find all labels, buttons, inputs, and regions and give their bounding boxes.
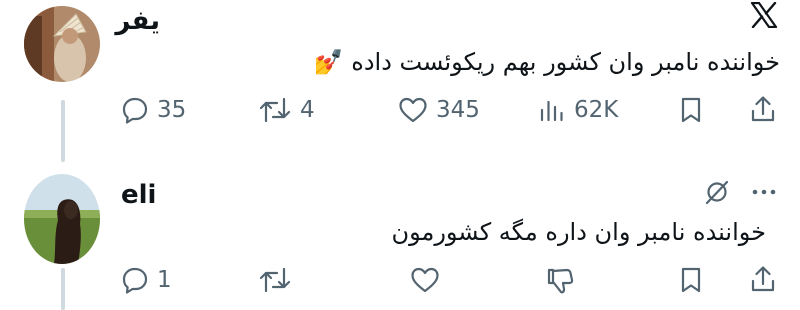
reply-count: 35: [157, 97, 187, 123]
heart-icon: [411, 267, 439, 293]
grok-icon[interactable]: [703, 178, 731, 210]
share-icon: [751, 266, 775, 292]
display-name[interactable]: eli: [121, 180, 156, 210]
share-icon: [751, 96, 775, 122]
reply-icon: [122, 267, 148, 294]
thread-line-top: [61, 100, 65, 162]
share-button[interactable]: [749, 264, 777, 298]
like-button[interactable]: [410, 266, 440, 298]
reply-button[interactable]: 35: [121, 96, 186, 124]
reply-count: 1: [157, 267, 172, 293]
like-button[interactable]: 345: [398, 96, 480, 124]
views-icon: [540, 100, 563, 122]
avatar[interactable]: [24, 174, 100, 264]
reply-icon: [122, 97, 148, 124]
thread-line-bottom: [61, 268, 65, 310]
tweet-text: خواننده نامبر وان کشور بهم ریکوئست داده …: [314, 48, 780, 76]
x-logo-icon[interactable]: [750, 1, 778, 32]
bookmark-button[interactable]: [678, 96, 704, 128]
nail-polish-emoji: 💅: [313, 48, 344, 76]
more-icon[interactable]: [750, 184, 778, 203]
bookmark-icon: [681, 97, 701, 123]
dislike-icon: [547, 268, 574, 294]
repost-icon: [259, 97, 291, 123]
display-name[interactable]: یفر: [115, 6, 160, 36]
dislike-button[interactable]: [545, 266, 575, 300]
views-button[interactable]: 62K: [538, 96, 618, 124]
repost-count: 4: [300, 97, 315, 123]
tweet-text: خواننده نامبر وان داره مگه کشورمون: [391, 218, 766, 246]
tweet-text-content: خواننده نامبر وان کشور بهم ریکوئست داده: [351, 48, 780, 76]
reply-button[interactable]: 1: [121, 266, 172, 294]
repost-button[interactable]: 4: [258, 96, 315, 124]
bookmark-icon: [681, 267, 701, 293]
share-button[interactable]: [749, 94, 777, 128]
views-count: 62K: [574, 97, 619, 123]
like-count: 345: [436, 97, 480, 123]
heart-icon: [399, 97, 427, 123]
avatar[interactable]: [24, 6, 100, 82]
bookmark-button[interactable]: [678, 266, 704, 298]
tweet-text-content: خواننده نامبر وان داره مگه کشورمون: [391, 218, 766, 246]
repost-button[interactable]: [258, 266, 292, 298]
repost-icon: [259, 267, 291, 293]
